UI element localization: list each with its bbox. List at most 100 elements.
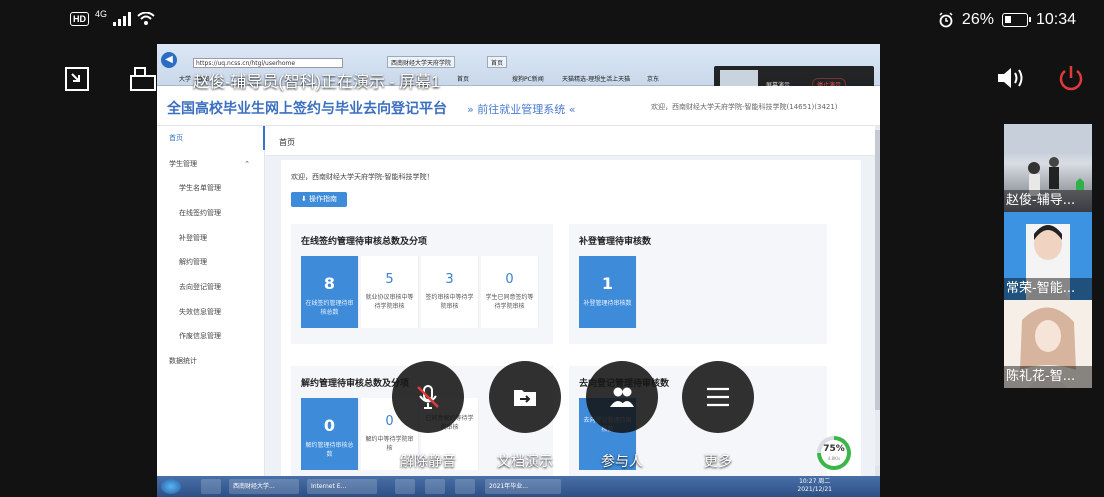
taskbar-item[interactable]: 西南财经大学... (229, 479, 299, 494)
participant-name: 赵俊-辅导... (1004, 190, 1092, 212)
menu-icon (707, 387, 729, 407)
browser-tab[interactable]: 西南财经大学天府学院 (387, 56, 456, 68)
folder-share-icon (514, 390, 536, 406)
more-button[interactable] (682, 361, 754, 433)
people-icon (610, 387, 634, 407)
hd-badge: HD (70, 12, 89, 26)
document-share-label: 文档演示 (497, 454, 553, 470)
sidebar-item[interactable]: 学生管理 ⌃ (157, 152, 264, 176)
sidebar-item-label: 去向登记管理 (179, 283, 221, 291)
participant-tile[interactable]: 陈礼花-智... (1004, 300, 1092, 388)
stat-number: 0 (323, 416, 336, 435)
leave-meeting-icon[interactable] (1058, 64, 1084, 92)
favorite-link[interactable]: 天猫精选-理想生活上天猫 (562, 74, 630, 83)
taskbar-item[interactable]: 2021年毕业... (485, 479, 561, 494)
meeting-screen: HD 4G 26% 10:34 ◀ https://uq.ncss.cn/htg… (0, 0, 1104, 497)
stat-number: 1 (601, 274, 614, 293)
speaker-icon[interactable] (996, 66, 1026, 90)
start-button[interactable] (161, 479, 181, 494)
sidebar-item[interactable]: 在线签约管理 (157, 201, 264, 225)
address-bar[interactable]: https://uq.ncss.cn/htgl/userhome (193, 58, 343, 68)
sidebar-item[interactable]: 去向登记管理 (157, 275, 264, 299)
site-header: 全国高校毕业生网上签约与毕业去向登记平台 » 前往就业管理系统 « 欢迎，西南财… (157, 86, 880, 126)
switch-camera-icon[interactable] (130, 66, 156, 92)
stat-number: 3 (445, 272, 454, 287)
sidebar-item-label: 学生管理 (169, 160, 197, 168)
back-icon[interactable]: ◀ (161, 52, 177, 68)
sidebar-item[interactable]: 失效信息管理 (157, 300, 264, 324)
sidebar-item[interactable]: 补登管理 (157, 226, 264, 250)
stat-tile[interactable]: 1 补登管理待审核数 (579, 256, 637, 328)
favorite-link[interactable]: 京东 (647, 74, 659, 83)
dashboard-panel: 欢迎，西南财经大学天府学院-智能科技学院！ ⬇ 操作指南 在线签约管理待审核总数… (281, 160, 861, 490)
more-label: 更多 (704, 454, 732, 470)
sidebar-item[interactable]: 作废信息管理 (157, 324, 264, 348)
stat-label: 解约管理待审核总数 (305, 442, 354, 458)
presenting-banner: 赵俊-辅导员(智科)正在演示 - 屏幕1 (193, 74, 441, 91)
guide-button-label: 操作指南 (309, 195, 338, 203)
stat-label: 在线签约管理待审核总数 (305, 300, 354, 316)
sidebar-item-label: 解约管理 (179, 258, 207, 266)
ie-icon[interactable] (201, 479, 221, 494)
taskbar-clock: 10:27 周二 2021/12/21 (797, 478, 832, 494)
taskbar-item[interactable]: Internet E... (307, 479, 377, 494)
battery-icon (1001, 13, 1031, 27)
taskbar-app-icon[interactable] (395, 479, 415, 494)
sidebar-item[interactable]: 学生名单管理 (157, 176, 264, 200)
welcome-text: 欢迎，西南财经大学天府学院-智能科技学院！ (291, 173, 434, 181)
participant-tile[interactable]: 赵俊-辅导... (1004, 124, 1092, 212)
progress-speed: 4.8K/s (827, 456, 841, 461)
minimize-window-icon[interactable] (64, 66, 90, 92)
taskbar-time: 10:27 周二 (799, 478, 831, 485)
stat-tile[interactable]: 0 解约管理待审核总数 (301, 398, 359, 470)
sidebar-item[interactable]: 首页 (157, 126, 265, 150)
participant-name: 常荣-智能... (1004, 278, 1092, 300)
stat-tile[interactable]: 3 签约审核中等待学院审核 (421, 256, 479, 328)
stat-tile[interactable]: 0 学生已同意签约等待学院审核 (481, 256, 539, 328)
favorite-link[interactable]: 首页 (457, 74, 469, 83)
status-bar: HD 4G 26% 10:34 (0, 0, 1104, 44)
taskbar-app-icon[interactable] (425, 479, 445, 494)
page-scrollbar[interactable] (875, 126, 880, 466)
battery-percent: 26% (961, 11, 994, 28)
participant-tile[interactable]: 常荣-智能... (1004, 212, 1092, 300)
wifi-icon (137, 12, 155, 25)
favorite-link[interactable]: 搜狗PC新闻 (512, 74, 544, 83)
participant-name: 陈礼花-智... (1004, 366, 1092, 388)
sidebar-item-label: 补登管理 (179, 234, 207, 242)
sidebar-item-label: 学生名单管理 (179, 184, 221, 192)
participants-button[interactable] (586, 361, 658, 433)
sidebar: 首页学生管理 ⌃ 学生名单管理 在线签约管理 补登管理解约管理去向登记管理失效信息管理作… (157, 126, 265, 497)
windows-taskbar: 西南财经大学... Internet E... 2021年毕业... 10:27… (157, 476, 880, 497)
sidebar-item[interactable]: 解约管理 (157, 250, 264, 274)
sidebar-item[interactable]: 数据统计 (157, 349, 264, 373)
sidebar-item-label: 数据统计 (169, 357, 197, 365)
sidebar-item-label: 首页 (169, 134, 183, 142)
stat-label: 签约审核中等待学院审核 (425, 294, 474, 310)
signal-icon (113, 12, 132, 26)
stat-label: 补登管理待审核数 (583, 300, 632, 307)
header-welcome: 欢迎，西南财经大学天府学院-智能科技学院(14651)(3421) (651, 103, 838, 111)
progress-percent: 75% (823, 444, 845, 454)
favorite-link[interactable]: 大学 (179, 74, 191, 83)
stat-number: 0 (505, 272, 514, 287)
card-title: 在线签约管理待审核总数及分项 (301, 237, 428, 247)
alarm-icon (939, 12, 953, 28)
stat-number: 5 (385, 272, 394, 287)
card-title: 补登管理待审核数 (579, 237, 652, 247)
document-share-button[interactable] (489, 361, 561, 433)
stat-tile[interactable]: 5 就业协议审核中等待学院审核 (361, 256, 419, 328)
clock: 10:34 (1035, 11, 1076, 28)
employment-system-link[interactable]: » 前往就业管理系统 « (467, 101, 575, 117)
stat-tile[interactable]: 8 在线签约管理待审核总数 (301, 256, 359, 328)
chevron-up-icon: ⌃ (244, 160, 250, 168)
unmute-button[interactable] (392, 361, 464, 433)
guide-button[interactable]: ⬇ 操作指南 (291, 192, 347, 207)
taskbar-date: 2021/12/21 (797, 486, 832, 493)
taskbar-app-icon[interactable] (455, 479, 475, 494)
sidebar-item-label: 在线签约管理 (179, 209, 221, 217)
network-type: 4G (95, 9, 108, 19)
download-progress: 75% 4.8K/s (817, 436, 851, 470)
browser-tab[interactable]: 首页 (487, 56, 508, 68)
card-online-signing: 在线签约管理待审核总数及分项 8 在线签约管理待审核总数 5 就业协议审核中等待学院审核… (291, 224, 553, 344)
